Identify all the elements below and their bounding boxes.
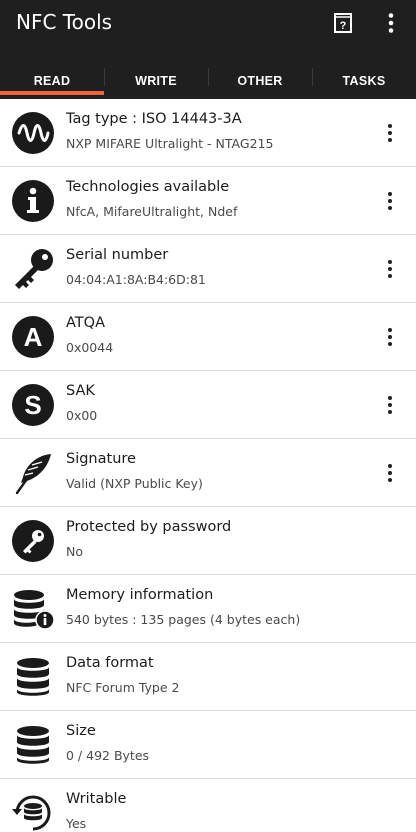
- item-value: 0 / 492 Bytes: [66, 748, 150, 763]
- item-title: Technologies available: [66, 179, 230, 195]
- list-item-size[interactable]: Size 0 / 492 Bytes: [0, 711, 416, 779]
- item-title: Data format: [66, 655, 154, 671]
- tab-tasks[interactable]: TASKS: [312, 62, 416, 99]
- list-item-memory-information[interactable]: Memory information 540 bytes : 135 pages…: [0, 575, 416, 643]
- svg-text:?: ?: [340, 20, 347, 32]
- database-sync-icon: [12, 795, 51, 831]
- item-value: NFC Forum Type 2: [66, 680, 180, 695]
- item-menu-icon[interactable]: [380, 461, 400, 485]
- overflow-menu-icon[interactable]: [381, 12, 401, 34]
- item-title: Size: [66, 723, 96, 739]
- feather-icon: [15, 454, 51, 495]
- item-value: Valid (NXP Public Key): [66, 476, 203, 491]
- list-item-signature[interactable]: Signature Valid (NXP Public Key): [0, 439, 416, 507]
- item-value: 0x0044: [66, 340, 114, 355]
- tag-info-list: Tag type : ISO 14443-3A NXP MIFARE Ultra…: [0, 99, 416, 832]
- database-info-icon: [14, 590, 55, 630]
- item-title: Writable: [66, 791, 127, 807]
- info-icon: [12, 180, 54, 222]
- item-title: Memory information: [66, 587, 214, 603]
- key-icon: [15, 249, 53, 289]
- key-circle-icon: [12, 520, 54, 562]
- app-bar: NFC Tools ? READ WRITE OTHER TASKS: [0, 0, 416, 99]
- letter-s-icon: S: [12, 384, 54, 426]
- list-item-atqa[interactable]: A ATQA 0x0044: [0, 303, 416, 371]
- database-icon: [17, 726, 49, 764]
- list-item-tag-type[interactable]: Tag type : ISO 14443-3A NXP MIFARE Ultra…: [0, 99, 416, 167]
- item-menu-icon[interactable]: [380, 257, 400, 281]
- database-icon: [17, 658, 49, 696]
- wave-icon: [12, 112, 54, 154]
- item-title: SAK: [66, 383, 95, 399]
- item-menu-icon[interactable]: [380, 121, 400, 145]
- list-item-data-format[interactable]: Data format NFC Forum Type 2: [0, 643, 416, 711]
- list-item-serial-number[interactable]: Serial number 04:04:A1:8A:B4:6D:81: [0, 235, 416, 303]
- tab-other[interactable]: OTHER: [208, 62, 312, 99]
- help-book-icon[interactable]: ?: [333, 12, 353, 34]
- list-item-password-protection[interactable]: Protected by password No: [0, 507, 416, 575]
- item-value: NfcA, MifareUltralight, Ndef: [66, 204, 238, 219]
- tab-read[interactable]: READ: [0, 62, 104, 99]
- svg-text:S: S: [24, 390, 41, 420]
- item-title: ATQA: [66, 315, 105, 331]
- item-title: Signature: [66, 451, 136, 467]
- item-menu-icon[interactable]: [380, 189, 400, 213]
- tab-bar: READ WRITE OTHER TASKS: [0, 62, 416, 99]
- item-title: Serial number: [66, 247, 169, 263]
- item-value: 540 bytes : 135 pages (4 bytes each): [66, 612, 301, 627]
- letter-a-icon: A: [12, 316, 54, 358]
- item-value: NXP MIFARE Ultralight - NTAG215: [66, 136, 274, 151]
- app-title: NFC Tools: [16, 10, 113, 34]
- item-value: 04:04:A1:8A:B4:6D:81: [66, 272, 206, 287]
- svg-text:A: A: [24, 322, 43, 352]
- list-item-sak[interactable]: S SAK 0x00: [0, 371, 416, 439]
- list-item-writable[interactable]: Writable Yes: [0, 779, 416, 832]
- item-menu-icon[interactable]: [380, 325, 400, 349]
- item-value: No: [66, 544, 83, 559]
- item-value: Yes: [66, 816, 87, 831]
- list-item-technologies[interactable]: Technologies available NfcA, MifareUltra…: [0, 167, 416, 235]
- tab-write[interactable]: WRITE: [104, 62, 208, 99]
- item-menu-icon[interactable]: [380, 393, 400, 417]
- item-title: Tag type : ISO 14443-3A: [66, 111, 242, 127]
- item-title: Protected by password: [66, 519, 232, 535]
- item-value: 0x00: [66, 408, 98, 423]
